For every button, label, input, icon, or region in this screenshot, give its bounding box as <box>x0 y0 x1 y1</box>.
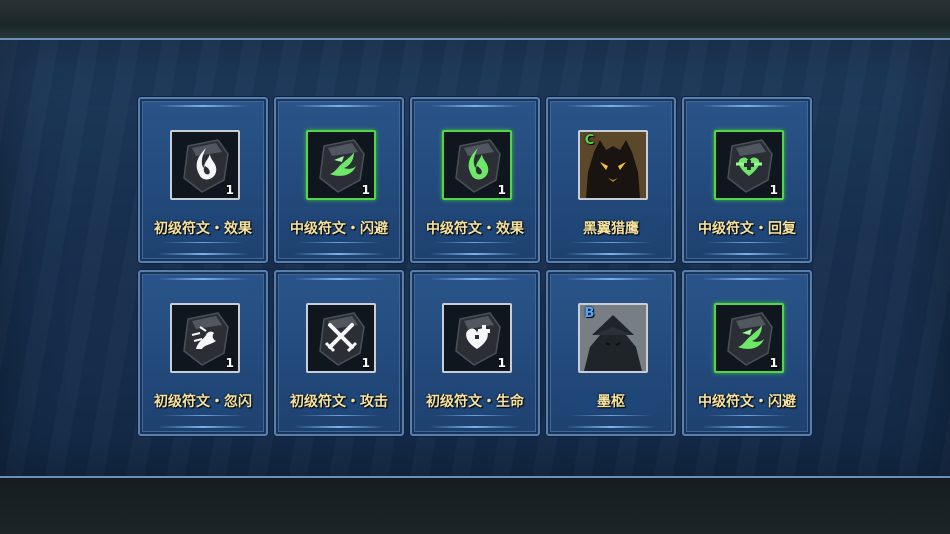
item-name: 初级符文・效果 <box>154 221 252 237</box>
item-name-divider <box>570 242 652 243</box>
item-icon-frame: 1 <box>306 130 376 200</box>
item-name-divider <box>162 242 244 243</box>
item-name: 初级符文・忽闪 <box>154 394 252 410</box>
item-quantity: 1 <box>769 183 778 197</box>
item-name-divider <box>706 415 788 416</box>
reward-item-card[interactable]: 1 中级符文・回复 <box>682 97 812 263</box>
reward-item-card[interactable]: B 墨枢 <box>546 270 676 436</box>
item-quantity: 1 <box>225 356 234 370</box>
item-icon-frame: 1 <box>714 130 784 200</box>
reward-grid: 1 初级符文・效果 1 中级符文・闪避 1 中级符文・效果 C 黑翼猎鹰 1 中… <box>138 97 812 437</box>
item-icon-frame: 1 <box>170 303 240 373</box>
item-name-divider <box>434 415 516 416</box>
item-name: 黑翼猎鹰 <box>583 221 639 237</box>
tier-badge: C <box>584 133 595 148</box>
item-name: 初级符文・生命 <box>426 394 524 410</box>
item-quantity: 1 <box>769 356 778 370</box>
reward-item-card[interactable]: 1 中级符文・效果 <box>410 97 540 263</box>
item-name: 中级符文・闪避 <box>698 394 796 410</box>
reward-item-card[interactable]: 1 中级符文・闪避 <box>682 270 812 436</box>
reward-item-card[interactable]: 1 初级符文・忽闪 <box>138 270 268 436</box>
reward-item-card[interactable]: C 黑翼猎鹰 <box>546 97 676 263</box>
item-name-divider <box>570 415 652 416</box>
item-name: 中级符文・回复 <box>698 221 796 237</box>
item-name-divider <box>706 242 788 243</box>
reward-item-card[interactable]: 1 中级符文・闪避 <box>274 97 404 263</box>
item-name: 中级符文・效果 <box>426 221 524 237</box>
reward-item-card[interactable]: 1 初级符文・效果 <box>138 97 268 263</box>
item-name-divider <box>298 415 380 416</box>
background-top <box>0 0 950 40</box>
item-icon-frame: 1 <box>170 130 240 200</box>
item-quantity: 1 <box>361 183 370 197</box>
item-quantity: 1 <box>497 183 506 197</box>
item-name-divider <box>434 242 516 243</box>
item-name-divider <box>162 415 244 416</box>
reward-panel: 1 初级符文・效果 1 中级符文・闪避 1 中级符文・效果 C 黑翼猎鹰 1 中… <box>0 38 950 478</box>
item-name: 中级符文・闪避 <box>290 221 388 237</box>
item-quantity: 1 <box>225 183 234 197</box>
background-bottom <box>0 476 950 534</box>
item-quantity: 1 <box>361 356 370 370</box>
item-name: 墨枢 <box>597 394 625 410</box>
item-name: 初级符文・攻击 <box>290 394 388 410</box>
item-icon-frame: 1 <box>306 303 376 373</box>
item-icon-frame: 1 <box>442 130 512 200</box>
reward-item-card[interactable]: 1 初级符文・攻击 <box>274 270 404 436</box>
item-name-divider <box>298 242 380 243</box>
tier-badge: B <box>584 306 595 321</box>
item-icon-frame: 1 <box>442 303 512 373</box>
item-icon-frame: 1 <box>714 303 784 373</box>
reward-item-card[interactable]: 1 初级符文・生命 <box>410 270 540 436</box>
item-quantity: 1 <box>497 356 506 370</box>
